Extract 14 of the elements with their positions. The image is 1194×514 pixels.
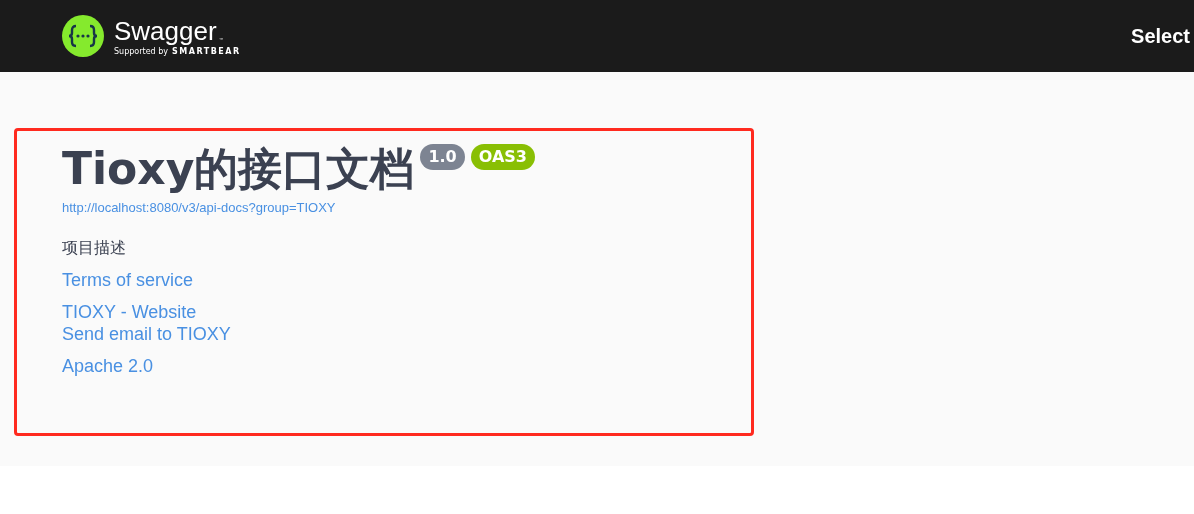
spec-badge: OAS3 <box>470 144 535 170</box>
api-description: 项目描述 <box>62 238 127 259</box>
tagline: Supported by <box>114 46 168 56</box>
info-link[interactable]: Send email to TIOXY <box>62 323 231 345</box>
brand-name: Swagger <box>114 16 217 45</box>
info-link[interactable]: TIOXY - Website <box>62 301 197 323</box>
select-label: Select <box>1131 24 1190 48</box>
info-link[interactable]: Apache 2.0 <box>62 355 154 377</box>
info-link[interactable]: Terms of service <box>62 269 194 291</box>
spec-url-link[interactable]: http://localhost:8080/v3/api-docs?group=TIOXY <box>62 200 336 215</box>
tagline-brand: SMARTBEAR <box>172 46 241 56</box>
version-badge: 1.0 <box>420 144 465 170</box>
api-title: Tioxy的接口文档 <box>62 142 415 196</box>
swagger-logo-icon <box>62 15 104 57</box>
